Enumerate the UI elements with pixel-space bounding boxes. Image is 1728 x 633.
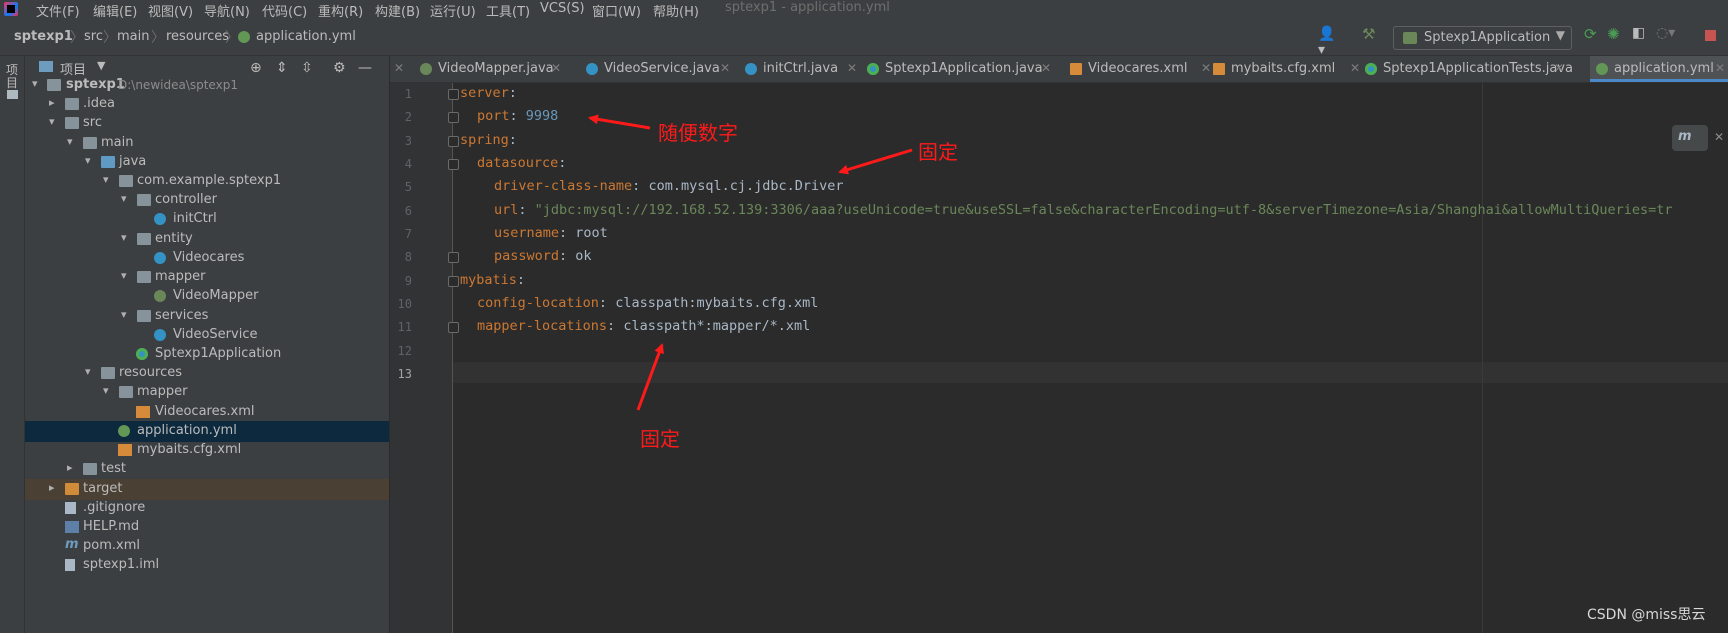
annotation-arrow-mapper — [636, 343, 664, 411]
annotation-arrow-port — [588, 114, 651, 130]
annotation-arrow-driver — [838, 148, 913, 175]
annotation-port-note: 随便数字 — [658, 121, 738, 145]
annotation-driver-note: 固定 — [918, 140, 958, 164]
annotation-mapper-note: 固定 — [640, 427, 680, 451]
annotation-arrows — [588, 114, 913, 411]
watermark: CSDN @miss思云 — [1587, 607, 1706, 623]
